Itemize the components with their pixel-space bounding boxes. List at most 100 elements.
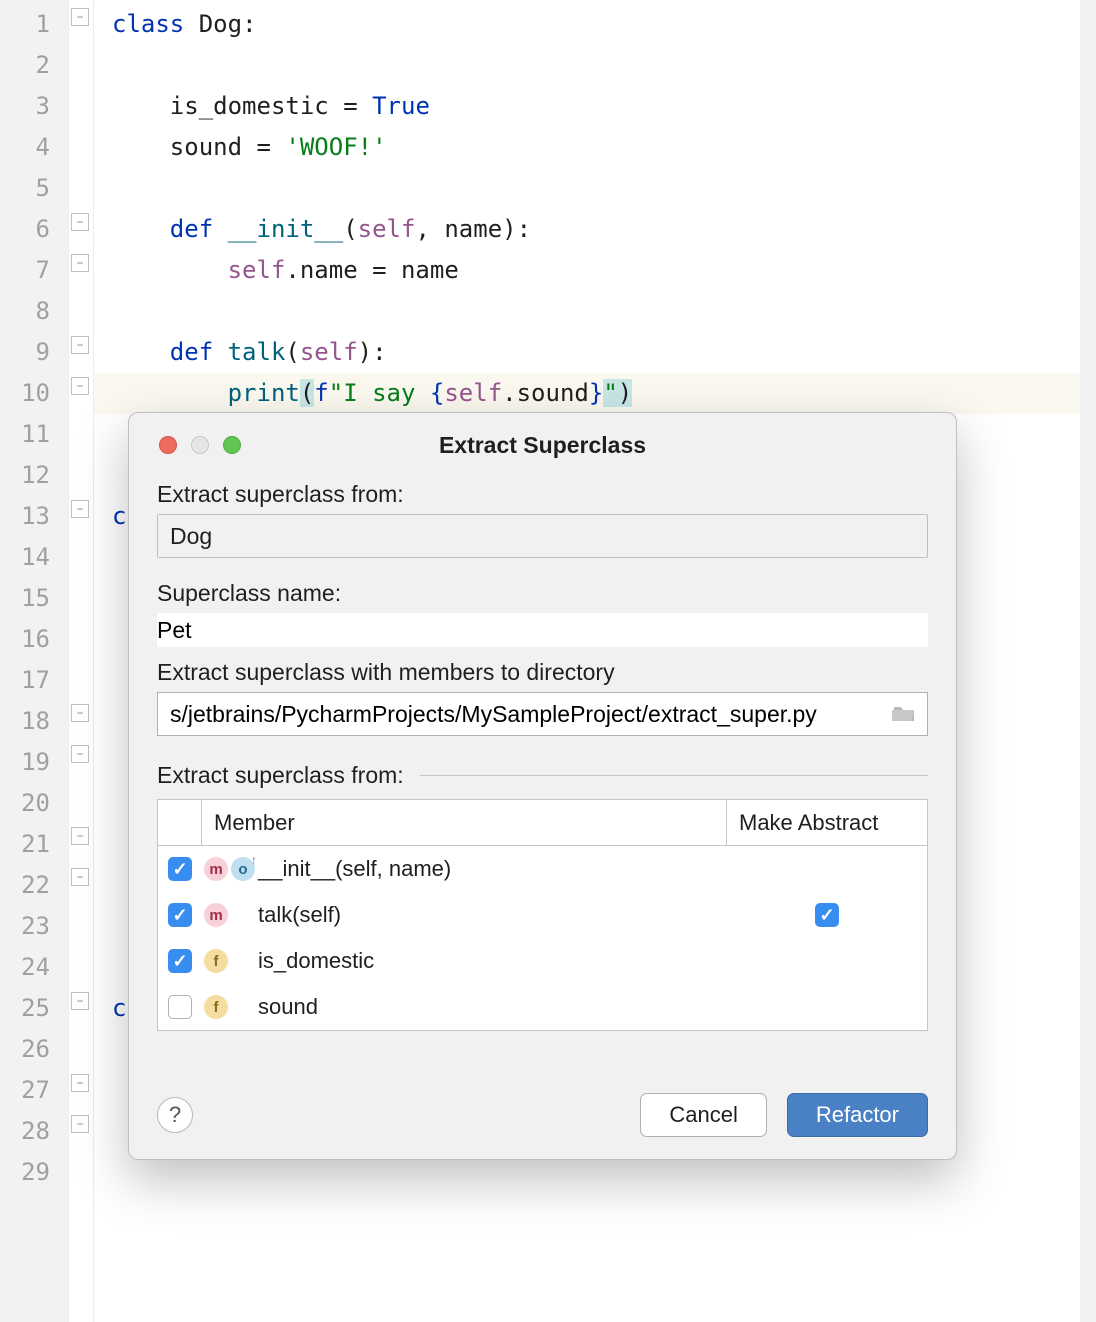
dialog-footer: ? Cancel Refactor [157,1093,928,1137]
line-number: 19 [0,742,68,783]
members-section-header: Extract superclass from: [157,762,928,789]
member-name: is_domestic [258,948,727,974]
fold-toggle-icon[interactable]: − [71,254,89,272]
help-button[interactable]: ? [157,1097,193,1133]
line-number: 25 [0,988,68,1029]
extract-from-field: Dog [157,514,928,558]
member-include-checkbox[interactable] [168,949,192,973]
fold-toggle-icon[interactable]: − [71,992,89,1010]
divider [420,775,928,776]
line-number: 28 [0,1111,68,1152]
label-members: Extract superclass from: [157,762,404,789]
right-gutter-stripe [1080,0,1096,1322]
column-member: Member [202,800,727,845]
field-icon: f [204,995,228,1019]
label-directory: Extract superclass with members to direc… [157,659,928,686]
line-number: 16 [0,619,68,660]
code-line-current[interactable]: print(f"I say {self.sound}") [94,373,1096,414]
line-number: 23 [0,906,68,947]
superclass-name-input[interactable] [157,613,928,647]
line-number: 14 [0,537,68,578]
fold-column: − − − − − − − − − − − − − [68,0,94,1322]
member-include-checkbox[interactable] [168,995,192,1019]
code-line[interactable]: sound = 'WOOF!' [94,127,1096,168]
line-number: 4 [0,127,68,168]
make-abstract-checkbox[interactable] [815,903,839,927]
code-line[interactable]: def __init__(self, name): [94,209,1096,250]
line-number: 3 [0,86,68,127]
fold-toggle-icon[interactable]: − [71,8,89,26]
line-number: 21 [0,824,68,865]
line-number: 29 [0,1152,68,1193]
line-number: 12 [0,455,68,496]
method-icon: m [204,903,228,927]
member-row[interactable]: f is_domestic [158,938,927,984]
close-window-icon[interactable] [159,436,177,454]
member-name: __init__(self, name) [258,856,727,882]
code-line[interactable] [94,45,1096,86]
line-number: 24 [0,947,68,988]
line-number: 8 [0,291,68,332]
code-line[interactable]: class Dog: [94,4,1096,45]
line-number: 18 [0,701,68,742]
fold-toggle-icon[interactable]: − [71,745,89,763]
dialog-titlebar: Extract Superclass [157,431,928,459]
line-number: 20 [0,783,68,824]
member-include-checkbox[interactable] [168,903,192,927]
member-row[interactable]: m o __init__(self, name) [158,846,927,892]
fold-toggle-icon[interactable]: − [71,868,89,886]
line-number: 13 [0,496,68,537]
minimize-window-icon[interactable] [191,436,209,454]
code-line[interactable]: is_domestic = True [94,86,1096,127]
line-number: 1 [0,4,68,45]
line-number: 5 [0,168,68,209]
override-icon: o [231,857,255,881]
line-number: 26 [0,1029,68,1070]
fold-toggle-icon[interactable]: − [71,1115,89,1133]
fold-toggle-icon[interactable]: − [71,336,89,354]
line-number: 27 [0,1070,68,1111]
extract-superclass-dialog: Extract Superclass Extract superclass fr… [128,412,957,1160]
members-table-header: Member Make Abstract [158,800,927,846]
fold-toggle-icon[interactable]: − [71,377,89,395]
line-number: 2 [0,45,68,86]
line-number-gutter: 1 2 3 4 5 6 7 8 9 10 11 12 13 14 15 16 1… [0,0,68,1322]
extract-from-value: Dog [170,523,212,550]
label-superclass-name: Superclass name: [157,580,928,607]
field-icon: f [204,949,228,973]
member-include-checkbox[interactable] [168,857,192,881]
line-number: 9 [0,332,68,373]
browse-folder-icon[interactable] [889,699,919,729]
member-row[interactable]: f sound [158,984,927,1030]
member-row[interactable]: m talk(self) [158,892,927,938]
member-name: talk(self) [258,902,727,928]
line-number: 11 [0,414,68,455]
code-line[interactable] [94,291,1096,332]
directory-field [157,692,928,736]
fold-toggle-icon[interactable]: − [71,827,89,845]
fold-toggle-icon[interactable]: − [71,213,89,231]
line-number: 15 [0,578,68,619]
refactor-button[interactable]: Refactor [787,1093,928,1137]
maximize-window-icon[interactable] [223,436,241,454]
cancel-button[interactable]: Cancel [640,1093,766,1137]
members-table: Member Make Abstract m o __init__(self, … [157,799,928,1031]
line-number: 6 [0,209,68,250]
fold-toggle-icon[interactable]: − [71,1074,89,1092]
column-make-abstract: Make Abstract [727,800,927,845]
method-icon: m [204,857,228,881]
code-line[interactable]: def talk(self): [94,332,1096,373]
fold-toggle-icon[interactable]: − [71,500,89,518]
directory-input[interactable] [170,701,889,728]
fold-toggle-icon[interactable]: − [71,704,89,722]
line-number: 10 [0,373,68,414]
line-number: 22 [0,865,68,906]
line-number: 17 [0,660,68,701]
label-extract-from: Extract superclass from: [157,481,928,508]
line-number: 7 [0,250,68,291]
member-name: sound [258,994,727,1020]
dialog-title: Extract Superclass [157,432,928,459]
code-line[interactable] [94,168,1096,209]
window-controls [159,436,241,454]
code-line[interactable]: self.name = name [94,250,1096,291]
